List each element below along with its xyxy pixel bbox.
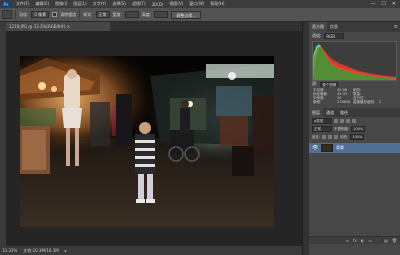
- histogram-channel-row: 通道: RGB: [309, 32, 400, 40]
- blend-mode-select[interactable]: 正常: [312, 126, 332, 132]
- layers-list-empty-area: [309, 153, 400, 236]
- lock-row: 锁定: 填充: 100%: [309, 133, 400, 141]
- stat-value: 278656: [337, 100, 351, 104]
- width-label: 宽度:: [112, 11, 122, 17]
- histogram-graph: [312, 41, 397, 81]
- status-menu-arrow-icon[interactable]: ▸: [65, 248, 67, 253]
- histogram-stats: 平均值: 42.98 色阶: 标准偏差: 44.33 数量: 中间值: 29 百…: [309, 87, 400, 105]
- photoshop-logo: Ps: [1, 0, 11, 8]
- antialias-checkbox[interactable]: [52, 12, 58, 17]
- minimize-button[interactable]: —: [370, 1, 375, 7]
- source-select[interactable]: 整个图像: [320, 81, 339, 87]
- new-layer-icon[interactable]: ▤: [384, 238, 388, 243]
- delete-layer-icon[interactable]: 🗑: [392, 238, 397, 243]
- fill-label: 填充:: [340, 134, 349, 139]
- divider: [79, 10, 81, 19]
- night-market-photo: [20, 56, 274, 227]
- lock-position-icon[interactable]: [328, 135, 333, 139]
- filter-shape-icon[interactable]: [352, 119, 356, 123]
- divider: [15, 10, 16, 19]
- layers-panel-tabs: 图层 通道 路径: [309, 108, 400, 117]
- menu-help[interactable]: 帮助(H): [207, 1, 227, 7]
- filter-type-icon[interactable]: [346, 119, 350, 123]
- layer-kind-filter[interactable]: ρ类型: [312, 118, 332, 124]
- opacity-input[interactable]: 100%: [351, 126, 366, 132]
- antialias-label: 消除锯齿: [60, 11, 77, 17]
- feather-label: 羽化:: [19, 11, 29, 17]
- feather-input[interactable]: 0 像素: [31, 11, 50, 18]
- adjustment-layer-icon[interactable]: ◐: [361, 238, 365, 243]
- document-tab-bar: 1219.JPG @ 33.3%(RGB/8#) ×: [6, 22, 302, 31]
- histogram-curve: [313, 44, 396, 80]
- height-label: 高度:: [141, 11, 152, 17]
- menu-window[interactable]: 窗口(W): [186, 1, 207, 7]
- channel-select[interactable]: RGB: [324, 33, 345, 39]
- canvas-area[interactable]: [6, 31, 302, 246]
- status-bar: 33.33% 文档:10.3M/10.3M ▸: [0, 246, 303, 255]
- menu-bar: Ps 文件(F) 编辑(E) 图像(I) 图层(L) 文字(Y) 选择(S) 滤…: [0, 0, 400, 8]
- menu-select[interactable]: 选择(S): [109, 1, 129, 7]
- collapsed-panel-dock[interactable]: [302, 22, 309, 255]
- layer-thumbnail: [321, 144, 333, 152]
- lock-all-icon[interactable]: [334, 135, 339, 139]
- filter-adjust-icon[interactable]: [340, 119, 344, 123]
- right-panel-dock: 直方图 信息 ≡ 通道: RGB 源: 整个图像 平均值: 42.98 色阶: …: [309, 22, 400, 255]
- lock-label: 锁定:: [312, 134, 321, 139]
- stat-value: 2: [379, 100, 382, 104]
- menu-edit[interactable]: 编辑(E): [32, 1, 52, 7]
- layer-filter-row: ρ类型: [309, 117, 400, 125]
- marquee-tool-preset-icon[interactable]: [2, 10, 12, 19]
- fill-input[interactable]: 100%: [350, 134, 365, 140]
- width-input[interactable]: [124, 11, 139, 18]
- tab-paths[interactable]: 路径: [337, 110, 351, 116]
- link-layers-icon[interactable]: ∞: [346, 238, 349, 243]
- menu-image[interactable]: 图像(I): [52, 1, 70, 7]
- opacity-label: 不透明度:: [334, 126, 350, 131]
- menu-type[interactable]: 文字(Y): [90, 1, 110, 7]
- document-image[interactable]: [20, 56, 274, 227]
- blend-row: 正常 不透明度: 100%: [309, 125, 400, 133]
- layer-row-background[interactable]: 👁 背景: [309, 143, 400, 153]
- stat-label: 高速缓存级别:: [353, 100, 376, 104]
- style-select[interactable]: 正常: [95, 11, 110, 18]
- menu-3d[interactable]: 3D(D): [149, 2, 167, 7]
- tab-channels[interactable]: 通道: [323, 110, 337, 116]
- menu-filter[interactable]: 滤镜(T): [129, 1, 149, 7]
- tab-histogram[interactable]: 直方图: [309, 22, 327, 32]
- style-label: 样式:: [83, 11, 93, 17]
- tab-layers[interactable]: 图层: [309, 108, 323, 117]
- menu-view[interactable]: 视图(V): [166, 1, 186, 7]
- document-size: 文档:10.3M/10.3M: [23, 247, 59, 253]
- maximize-button[interactable]: ☐: [381, 1, 385, 7]
- layer-style-icon[interactable]: fx: [353, 238, 357, 243]
- eye-icon[interactable]: 👁: [312, 145, 318, 151]
- source-label: 源:: [312, 81, 318, 86]
- lock-pixels-icon[interactable]: [322, 135, 327, 139]
- menu-file[interactable]: 文件(F): [13, 1, 32, 7]
- height-input[interactable]: [154, 11, 169, 18]
- filter-pixel-icon[interactable]: [334, 119, 338, 123]
- layer-name: 背景: [336, 145, 344, 150]
- document-tab[interactable]: 1219.JPG @ 33.3%(RGB/8#) ×: [6, 22, 110, 31]
- window-controls: — ☐ ✕: [370, 1, 400, 7]
- zoom-level[interactable]: 33.33%: [2, 248, 17, 253]
- layer-mask-icon[interactable]: ▭: [368, 238, 372, 243]
- stat-label: 像素:: [313, 100, 322, 104]
- histogram-panel-tabs: 直方图 信息 ≡: [309, 22, 400, 32]
- new-group-icon[interactable]: 🗀: [376, 237, 380, 244]
- layers-footer: ∞ fx ◐ ▭ 🗀 ▤ 🗑: [309, 236, 400, 244]
- refine-edge-button[interactable]: 调整边缘...: [171, 10, 202, 19]
- menu-layer[interactable]: 图层(L): [70, 1, 89, 7]
- close-button[interactable]: ✕: [392, 1, 396, 7]
- channel-label: 通道:: [312, 33, 322, 38]
- options-bar: 羽化: 0 像素 消除锯齿 样式: 正常 宽度: 高度: 调整边缘...: [0, 8, 400, 22]
- tab-info[interactable]: 信息: [327, 24, 341, 30]
- panel-menu-icon[interactable]: ≡: [394, 24, 400, 30]
